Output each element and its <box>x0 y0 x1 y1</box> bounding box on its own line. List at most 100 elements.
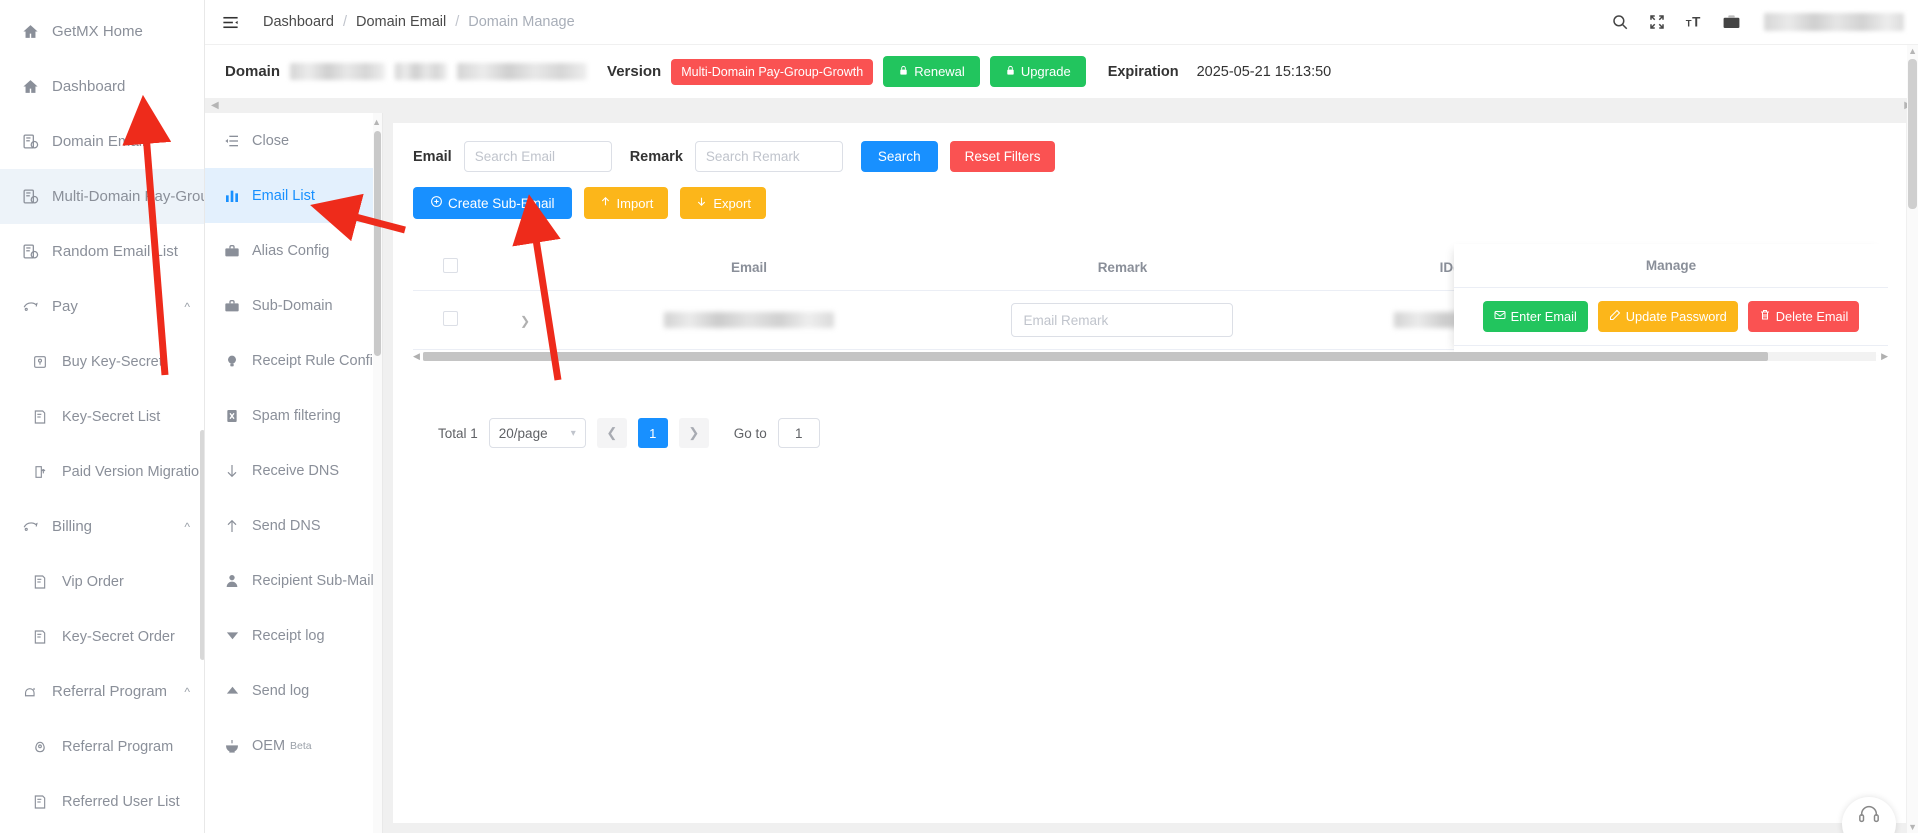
scroll-down-arrow-icon[interactable]: ▼ <box>1908 822 1917 832</box>
pay-icon <box>20 517 40 537</box>
sidebar-item-label: Vip Order <box>62 573 124 590</box>
delete-email-button[interactable]: Delete Email <box>1747 301 1860 332</box>
sidebar-group-billing[interactable]: Billing ^ <box>0 499 204 554</box>
update-password-button[interactable]: Update Password <box>1597 301 1738 332</box>
submenu-item-spam-filtering[interactable]: Spam filtering <box>205 388 382 443</box>
collapse-menu-icon <box>223 132 241 150</box>
sidebar-item-key-secret-order[interactable]: Key-Secret Order <box>0 609 204 664</box>
breadcrumb-separator: / <box>455 14 460 30</box>
sidebar-item-multi-domain-pay-group[interactable]: Multi-Domain Pay-Group <box>0 169 204 224</box>
search-button[interactable]: Search <box>860 141 938 172</box>
sidebar-item-paid-version-migration[interactable]: Paid Version Migration <box>0 444 204 499</box>
home-icon <box>20 22 40 42</box>
sidebar-item-domain-email[interactable]: Domain Email <box>0 114 204 169</box>
gutter-left-arrow-icon[interactable]: ◀ <box>211 100 219 111</box>
next-page-button[interactable]: ❯ <box>678 418 709 448</box>
export-button[interactable]: Export <box>680 187 766 219</box>
sidebar-group-referral-program[interactable]: Referral Program ^ <box>0 664 204 719</box>
font-size-icon[interactable]: T T <box>1684 12 1704 32</box>
goto-page-input[interactable] <box>777 418 820 448</box>
list-icon <box>30 792 50 812</box>
bulb-icon <box>223 352 241 370</box>
email-list-card: Email Remark Search Reset Filters <box>393 123 1906 823</box>
scroll-up-arrow-icon[interactable]: ▲ <box>1908 46 1917 56</box>
search-icon[interactable] <box>1610 12 1630 32</box>
submenu-item-label: Alias Config <box>252 242 330 259</box>
svg-text:T: T <box>1692 14 1701 29</box>
sidebar-item-getmx-home[interactable]: GetMX Home <box>0 4 204 59</box>
chevron-right-icon[interactable]: ❯ <box>520 314 530 328</box>
scroll-left-arrow-icon[interactable]: ◀ <box>413 351 420 362</box>
submenu-item-email-list[interactable]: Email List <box>205 168 382 223</box>
submenu-item-receive-dns[interactable]: Receive DNS <box>205 443 382 498</box>
submenu-item-receipt-rule-config[interactable]: Receipt Rule Config <box>205 333 382 388</box>
sidebar-item-referral-program[interactable]: Referral Program <box>0 719 204 774</box>
submenu-scroll-thumb[interactable] <box>374 131 381 356</box>
breadcrumb-item-dashboard[interactable]: Dashboard <box>263 14 334 30</box>
sidebar-item-vip-order[interactable]: Vip Order <box>0 554 204 609</box>
scroll-up-arrow-icon[interactable]: ▲ <box>372 117 381 127</box>
topbar: Dashboard / Domain Email / Domain Manage <box>205 0 1918 45</box>
enter-email-button[interactable]: Enter Email <box>1482 301 1588 332</box>
breadcrumb: Dashboard / Domain Email / Domain Manage <box>263 14 575 30</box>
collapse-up-icon[interactable]: ^ <box>184 685 190 699</box>
submenu-item-alias-config[interactable]: Alias Config <box>205 223 382 278</box>
row-checkbox[interactable] <box>442 311 458 326</box>
sidebar-item-referred-order-list[interactable]: Referred Order List <box>0 829 204 833</box>
table-horizontal-scrollbar[interactable]: ◀ ▶ <box>413 350 1888 363</box>
sidebar-item-key-secret-list[interactable]: Key-Secret List <box>0 389 204 444</box>
collapse-up-icon[interactable]: ^ <box>184 300 190 314</box>
select-all-checkbox[interactable] <box>442 258 458 273</box>
sidebar-item-label: Domain Email <box>52 133 146 150</box>
triangle-down-icon <box>223 627 241 645</box>
sidebar-item-random-email-list[interactable]: Random Email List <box>0 224 204 279</box>
email-remark-input[interactable] <box>1011 303 1234 337</box>
user-name[interactable] <box>1764 13 1904 31</box>
breadcrumb-item-domain-email[interactable]: Domain Email <box>356 14 446 30</box>
submenu-item-sub-domain[interactable]: Sub-Domain <box>205 278 382 333</box>
submenu-item-receipt-log[interactable]: Receipt log <box>205 608 382 663</box>
sidebar-group-pay[interactable]: Pay ^ <box>0 279 204 334</box>
hscroll-thumb[interactable] <box>423 352 1768 361</box>
sidebar-group-label: Pay <box>52 298 78 315</box>
submenu-item-close[interactable]: Close <box>205 113 382 168</box>
search-email-input[interactable] <box>463 141 612 172</box>
collapse-up-icon[interactable]: ^ <box>184 520 190 534</box>
fullscreen-icon[interactable] <box>1647 12 1667 32</box>
submenu-item-label: Spam filtering <box>252 407 341 424</box>
page-scroll-thumb[interactable] <box>1908 59 1917 209</box>
domain-email-icon <box>20 132 40 152</box>
sidebar-scroll-area[interactable]: GetMX Home Dashboard Domain Email Multi-… <box>0 0 204 833</box>
page-scrollbar[interactable]: ▲ ▼ <box>1907 45 1918 833</box>
domain-value-2 <box>395 63 448 80</box>
sidebar-item-dashboard[interactable]: Dashboard <box>0 59 204 114</box>
submenu-scrollbar[interactable]: ▲ <box>372 113 382 833</box>
renewal-button[interactable]: Renewal <box>883 56 980 87</box>
search-remark-input[interactable] <box>694 141 843 172</box>
create-sub-email-button[interactable]: Create Sub-Email <box>413 187 572 219</box>
page-number-button[interactable]: 1 <box>637 418 668 448</box>
enter-email-label: Enter Email <box>1510 309 1577 324</box>
list-icon <box>30 407 50 427</box>
reset-filters-button[interactable]: Reset Filters <box>949 141 1056 172</box>
submenu-item-recipient-sub-mail[interactable]: Recipient Sub-Mail <box>205 553 382 608</box>
import-button[interactable]: Import <box>583 187 669 219</box>
prev-page-button[interactable]: ❮ <box>596 418 627 448</box>
sidebar-item-buy-key-secret[interactable]: Buy Key-Secret <box>0 334 204 389</box>
sidebar-item-referred-user-list[interactable]: Referred User List <box>0 774 204 829</box>
scroll-right-arrow-icon[interactable]: ▶ <box>1881 351 1888 362</box>
bar-chart-icon <box>223 187 241 205</box>
language-icon[interactable] <box>1721 12 1741 32</box>
lock-icon <box>1005 64 1016 79</box>
row-select-cell <box>413 290 488 350</box>
submenu-item-oem[interactable]: OEM Beta <box>205 718 382 773</box>
upgrade-button[interactable]: Upgrade <box>989 56 1086 87</box>
action-bar: Create Sub-Email Import Export <box>393 172 1906 219</box>
submenu-item-send-log[interactable]: Send log <box>205 663 382 718</box>
submenu-item-send-dns[interactable]: Send DNS <box>205 498 382 553</box>
domain-submenu: Close Email List Alias Config Sub-Domain… <box>205 113 383 833</box>
sidebar-item-label: Referral Program <box>62 738 174 755</box>
list-icon <box>30 627 50 647</box>
hamburger-collapse-icon[interactable] <box>219 11 241 33</box>
page-size-select[interactable]: 20/page ▾ <box>488 418 586 448</box>
